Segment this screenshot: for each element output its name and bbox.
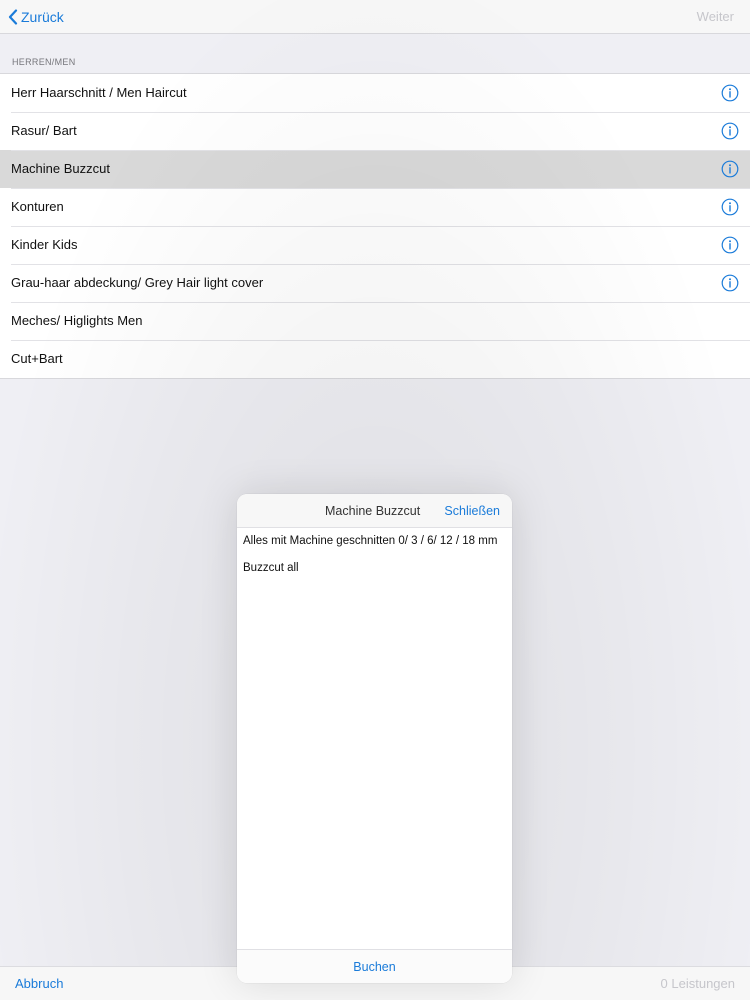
service-label: Grau-haar abdeckung/ Grey Hair light cov… [11,275,264,290]
chevron-left-icon [8,9,18,25]
service-row[interactable]: Konturen [0,188,750,226]
service-row[interactable]: Kinder Kids [0,226,750,264]
service-row[interactable]: Herr Haarschnitt / Men Haircut [0,74,750,112]
info-icon[interactable] [721,84,739,102]
navigation-bar: Zurück Weiter [0,0,750,34]
service-label: Meches/ Higlights Men [11,313,143,328]
popover-title: Machine Buzzcut [325,504,421,518]
service-description: Alles mit Machine geschnitten 0/ 3 / 6/ … [243,535,498,547]
info-icon[interactable] [721,198,739,216]
service-info-popover: Machine Buzzcut Schließen Alles mit Mach… [237,494,512,983]
service-label: Cut+Bart [11,351,63,366]
section-header: HERREN/MEN [12,57,76,67]
service-description-secondary: Buzzcut all [243,562,299,574]
service-label: Rasur/ Bart [11,123,77,138]
info-icon[interactable] [721,274,739,292]
cancel-button[interactable]: Abbruch [15,976,63,991]
info-icon[interactable] [721,160,739,178]
service-label: Konturen [11,199,64,214]
service-list: Herr Haarschnitt / Men Haircut Rasur/ Ba… [0,73,750,379]
info-icon[interactable] [721,122,739,140]
service-row[interactable]: Machine Buzzcut [0,150,750,188]
service-row[interactable]: Cut+Bart [0,340,750,378]
service-label: Kinder Kids [11,237,78,252]
popover-footer: Buchen [237,949,512,983]
popover-header: Machine Buzzcut Schließen [237,494,512,528]
next-button[interactable]: Weiter [697,9,734,24]
back-button[interactable]: Zurück [8,6,64,28]
service-row[interactable]: Meches/ Higlights Men [0,302,750,340]
service-label: Machine Buzzcut [11,161,110,176]
close-button[interactable]: Schließen [444,504,500,518]
back-button-label: Zurück [21,9,64,25]
book-button[interactable]: Buchen [237,960,512,974]
service-row[interactable]: Rasur/ Bart [0,112,750,150]
popover-body: Alles mit Machine geschnitten 0/ 3 / 6/ … [243,534,498,588]
service-count-label: 0 Leistungen [660,976,735,991]
service-label: Herr Haarschnitt / Men Haircut [11,85,187,100]
service-row[interactable]: Grau-haar abdeckung/ Grey Hair light cov… [0,264,750,302]
info-icon[interactable] [721,236,739,254]
